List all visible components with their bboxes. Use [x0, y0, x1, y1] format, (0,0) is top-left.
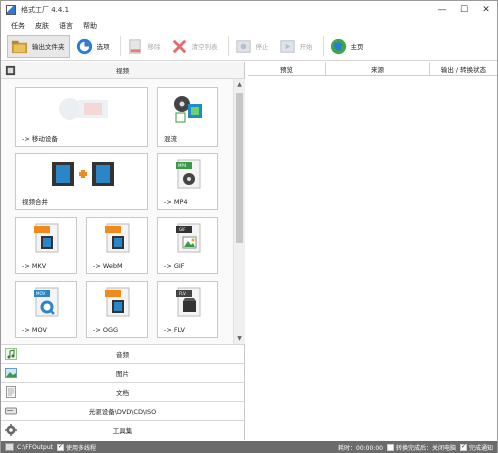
folder-icon	[11, 40, 28, 53]
toolbar-separator	[227, 36, 229, 56]
tile-video-merge[interactable]: 视频合并	[15, 153, 148, 210]
document-icon	[6, 386, 16, 398]
film-icon	[5, 65, 16, 76]
remove-button[interactable]: 移除	[124, 35, 165, 58]
category-optical-drive[interactable]: 光驱设备\DVD\CD\ISO	[1, 401, 244, 420]
clear-icon	[172, 39, 186, 53]
category-picture[interactable]: 图片	[1, 363, 244, 382]
menu-help[interactable]: 帮助	[83, 21, 97, 31]
video-tiles-grid: -> 移动设备 混流 视频合并 MP4 -> MP4 -> MKV -> Web…	[1, 79, 245, 344]
scroll-thumb[interactable]	[236, 93, 243, 243]
task-table-header: 预览 来源 输出 / 转换状态	[248, 62, 497, 76]
category-tools[interactable]: 工具集	[1, 420, 244, 439]
start-icon	[279, 39, 295, 53]
column-preview[interactable]: 预览	[248, 62, 326, 75]
maximize-button[interactable]: ☐	[453, 1, 475, 19]
tile-webm[interactable]: -> WebM	[86, 217, 148, 274]
start-button[interactable]: 开始	[276, 35, 317, 58]
options-icon	[76, 38, 92, 54]
category-video-header[interactable]: 视频	[1, 62, 244, 79]
gif-badge: GIF	[179, 227, 186, 232]
tile-mov[interactable]: MOV -> MOV	[15, 281, 77, 338]
category-list: 音频 图片 文档 光驱设备\DVD\CD\ISO 工具集	[1, 344, 244, 439]
menu-skin[interactable]: 皮肤	[35, 21, 49, 31]
function-panel: 视频 -> 移动设备 混流 视频合并 MP4 -> MP4 -> MKV -> …	[1, 62, 245, 440]
tile-mix[interactable]: 混流	[157, 87, 218, 147]
after-convert-checkbox[interactable]: ✓	[386, 443, 394, 451]
picture-icon	[5, 368, 17, 378]
tile-mobile-device[interactable]: -> 移动设备	[15, 87, 148, 147]
mp4-badge: MP4	[178, 163, 187, 168]
ogg-file-icon	[105, 287, 130, 317]
webm-file-icon	[105, 223, 130, 253]
output-folder-icon[interactable]	[5, 443, 14, 451]
toolbar-separator	[119, 36, 121, 56]
flv-badge: FLV	[179, 291, 186, 296]
output-folder-button[interactable]: 输出文件夹	[7, 34, 70, 58]
multithread-label: 使用多线程	[65, 444, 96, 452]
options-button[interactable]: 选项	[73, 35, 114, 58]
status-bar: C:\FFOutput ✓ 使用多线程 耗时：00:00:00 ✓ 转换完成后：…	[1, 441, 497, 453]
mkv-file-icon	[34, 223, 59, 253]
menu-bar: 任务 皮肤 语言 帮助	[1, 19, 107, 32]
scroll-up-arrow-icon[interactable]: ▲	[234, 79, 245, 90]
tiles-scrollbar[interactable]: ▲ ▼	[233, 79, 245, 344]
home-globe-icon	[330, 38, 346, 54]
tile-gif[interactable]: GIF -> GIF	[157, 217, 218, 274]
close-button[interactable]: ✕	[475, 1, 497, 19]
output-path[interactable]: C:\FFOutput	[17, 444, 53, 451]
after-convert-label: 转换完成后：关闭电脑	[395, 444, 456, 452]
toolbar: 输出文件夹 选项 移除 清空列表 停止 开始 主页	[1, 32, 497, 61]
video-merge-icon	[52, 162, 114, 186]
column-source[interactable]: 来源	[326, 62, 430, 75]
tile-mkv[interactable]: -> MKV	[15, 217, 77, 274]
scroll-down-arrow-icon[interactable]: ▼	[234, 333, 245, 344]
music-note-icon	[5, 348, 17, 360]
title-bar: 格式工厂 4.4.1 — ☐ ✕	[1, 1, 497, 19]
app-icon	[6, 5, 16, 15]
tile-ogg[interactable]: -> OGG	[86, 281, 148, 338]
app-window: 格式工厂 4.4.1 — ☐ ✕ 任务 皮肤 语言 帮助 输出文件夹 选项 移除…	[0, 0, 498, 453]
mov-badge: MOV	[36, 291, 46, 296]
tile-flv[interactable]: FLV -> FLV	[157, 281, 218, 338]
mobile-device-icon	[59, 98, 108, 120]
toolbar-separator	[322, 36, 324, 56]
category-document[interactable]: 文档	[1, 382, 244, 401]
stop-icon	[235, 39, 251, 53]
elapsed-time: 耗时：00:00:00	[338, 444, 383, 452]
clear-list-button[interactable]: 清空列表	[168, 35, 222, 58]
menu-language[interactable]: 语言	[59, 21, 73, 31]
category-audio[interactable]: 音频	[1, 344, 244, 363]
stop-button[interactable]: 停止	[232, 35, 273, 58]
minimize-button[interactable]: —	[431, 1, 453, 19]
home-button[interactable]: 主页	[327, 35, 368, 58]
task-list[interactable]: 预览 来源 输出 / 转换状态	[248, 62, 497, 440]
tools-gear-icon	[5, 424, 17, 436]
notify-label: 完成通知	[468, 444, 493, 452]
tile-mp4[interactable]: MP4 -> MP4	[157, 153, 218, 210]
window-title: 格式工厂 4.4.1	[21, 6, 70, 14]
optical-drive-icon	[5, 407, 17, 415]
remove-icon	[128, 38, 141, 54]
notify-checkbox[interactable]: ✓	[459, 443, 467, 451]
column-output-status[interactable]: 输出 / 转换状态	[430, 62, 497, 75]
menu-task[interactable]: 任务	[11, 21, 25, 31]
mix-streams-icon	[174, 96, 202, 123]
multithread-checkbox[interactable]: ✓	[56, 443, 64, 451]
